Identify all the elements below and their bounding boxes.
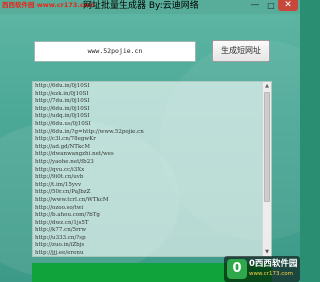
result-line: http://50r.cn/PaJbzZ — [35, 189, 91, 196]
result-line: http://b.ahou.com/?bTg — [35, 212, 100, 219]
scroll-down-icon[interactable]: ▼ — [263, 248, 271, 256]
close-button[interactable]: ✕ — [278, 0, 298, 11]
result-line: http://6du.in/?g=http://www.52pojie.cn — [35, 128, 144, 135]
logo-url: www.cr173.com — [249, 271, 294, 277]
site-watermark: 西西软件园 www.cr173.com — [2, 1, 96, 9]
result-line: http://u333.cn/?sp — [35, 234, 86, 241]
results-list: http://6du.in/0j10SI http://ezk.in/0j10SI… — [35, 83, 261, 256]
scroll-up-icon[interactable]: ▲ — [263, 82, 271, 90]
window-title: 网址批量生成器 By:云迪网络 — [83, 1, 199, 11]
result-line: http://dwz.cn/1js5T — [35, 219, 89, 226]
result-line: http://qvu.cc/i3Xx — [35, 166, 85, 173]
minimize-button[interactable]: — — [246, 0, 264, 11]
watermark-logo: 0 0西西软件园 www.cr173.com — [224, 256, 300, 282]
result-line: http://t.im/15yvv — [35, 181, 82, 188]
maximize-button[interactable]: □ — [264, 0, 278, 11]
generate-short-url-button[interactable]: 生成短网址 — [212, 40, 270, 62]
result-line: http://9i0t.cn/uvb — [35, 174, 84, 181]
result-line: http://yaohe.net/fb23 — [35, 158, 94, 165]
scroll-thumb[interactable] — [264, 92, 270, 202]
title-bar: 西西软件园 www.cr173.com 网址批量生成器 By:云迪网络 — □ … — [0, 0, 300, 14]
vertical-scrollbar[interactable]: ▲ ▼ — [262, 82, 271, 256]
result-line: http://ezk.in/0j10SI — [35, 90, 89, 97]
result-line: http://www.tcrl.cn/WTkcM — [35, 196, 109, 203]
result-line: http://c3l.cn/78egwKr — [35, 136, 96, 143]
result-line: http://7du.in/0j10SI — [35, 98, 90, 105]
result-line: http://6du.in/0j10SI — [35, 105, 90, 112]
result-line: http://ozoo.so/twi — [35, 204, 84, 211]
result-line: http://6du.us/0j10SI — [35, 120, 91, 127]
result-line: http://dwanwangzhi.net/wes — [35, 151, 114, 158]
url-input[interactable]: www.52pojie.cn — [34, 41, 196, 62]
app-window: 西西软件园 www.cr173.com 网址批量生成器 By:云迪网络 — □ … — [0, 0, 300, 282]
results-textarea[interactable]: http://6du.in/0j10SI http://ezk.in/0j10SI… — [32, 81, 272, 257]
result-line: http://udq.in/0j10SI — [35, 113, 90, 120]
result-line: http://ad.gd/NTkcM — [35, 143, 91, 150]
result-line: http://zuo.in/iZbjs — [35, 242, 85, 249]
logo-text: 0西西软件园 — [249, 259, 298, 269]
logo-icon: 0 — [227, 259, 247, 279]
result-line: http://6du.in/0j10SI — [35, 83, 90, 89]
result-line: http://k77.cn/5rrw — [35, 227, 87, 234]
